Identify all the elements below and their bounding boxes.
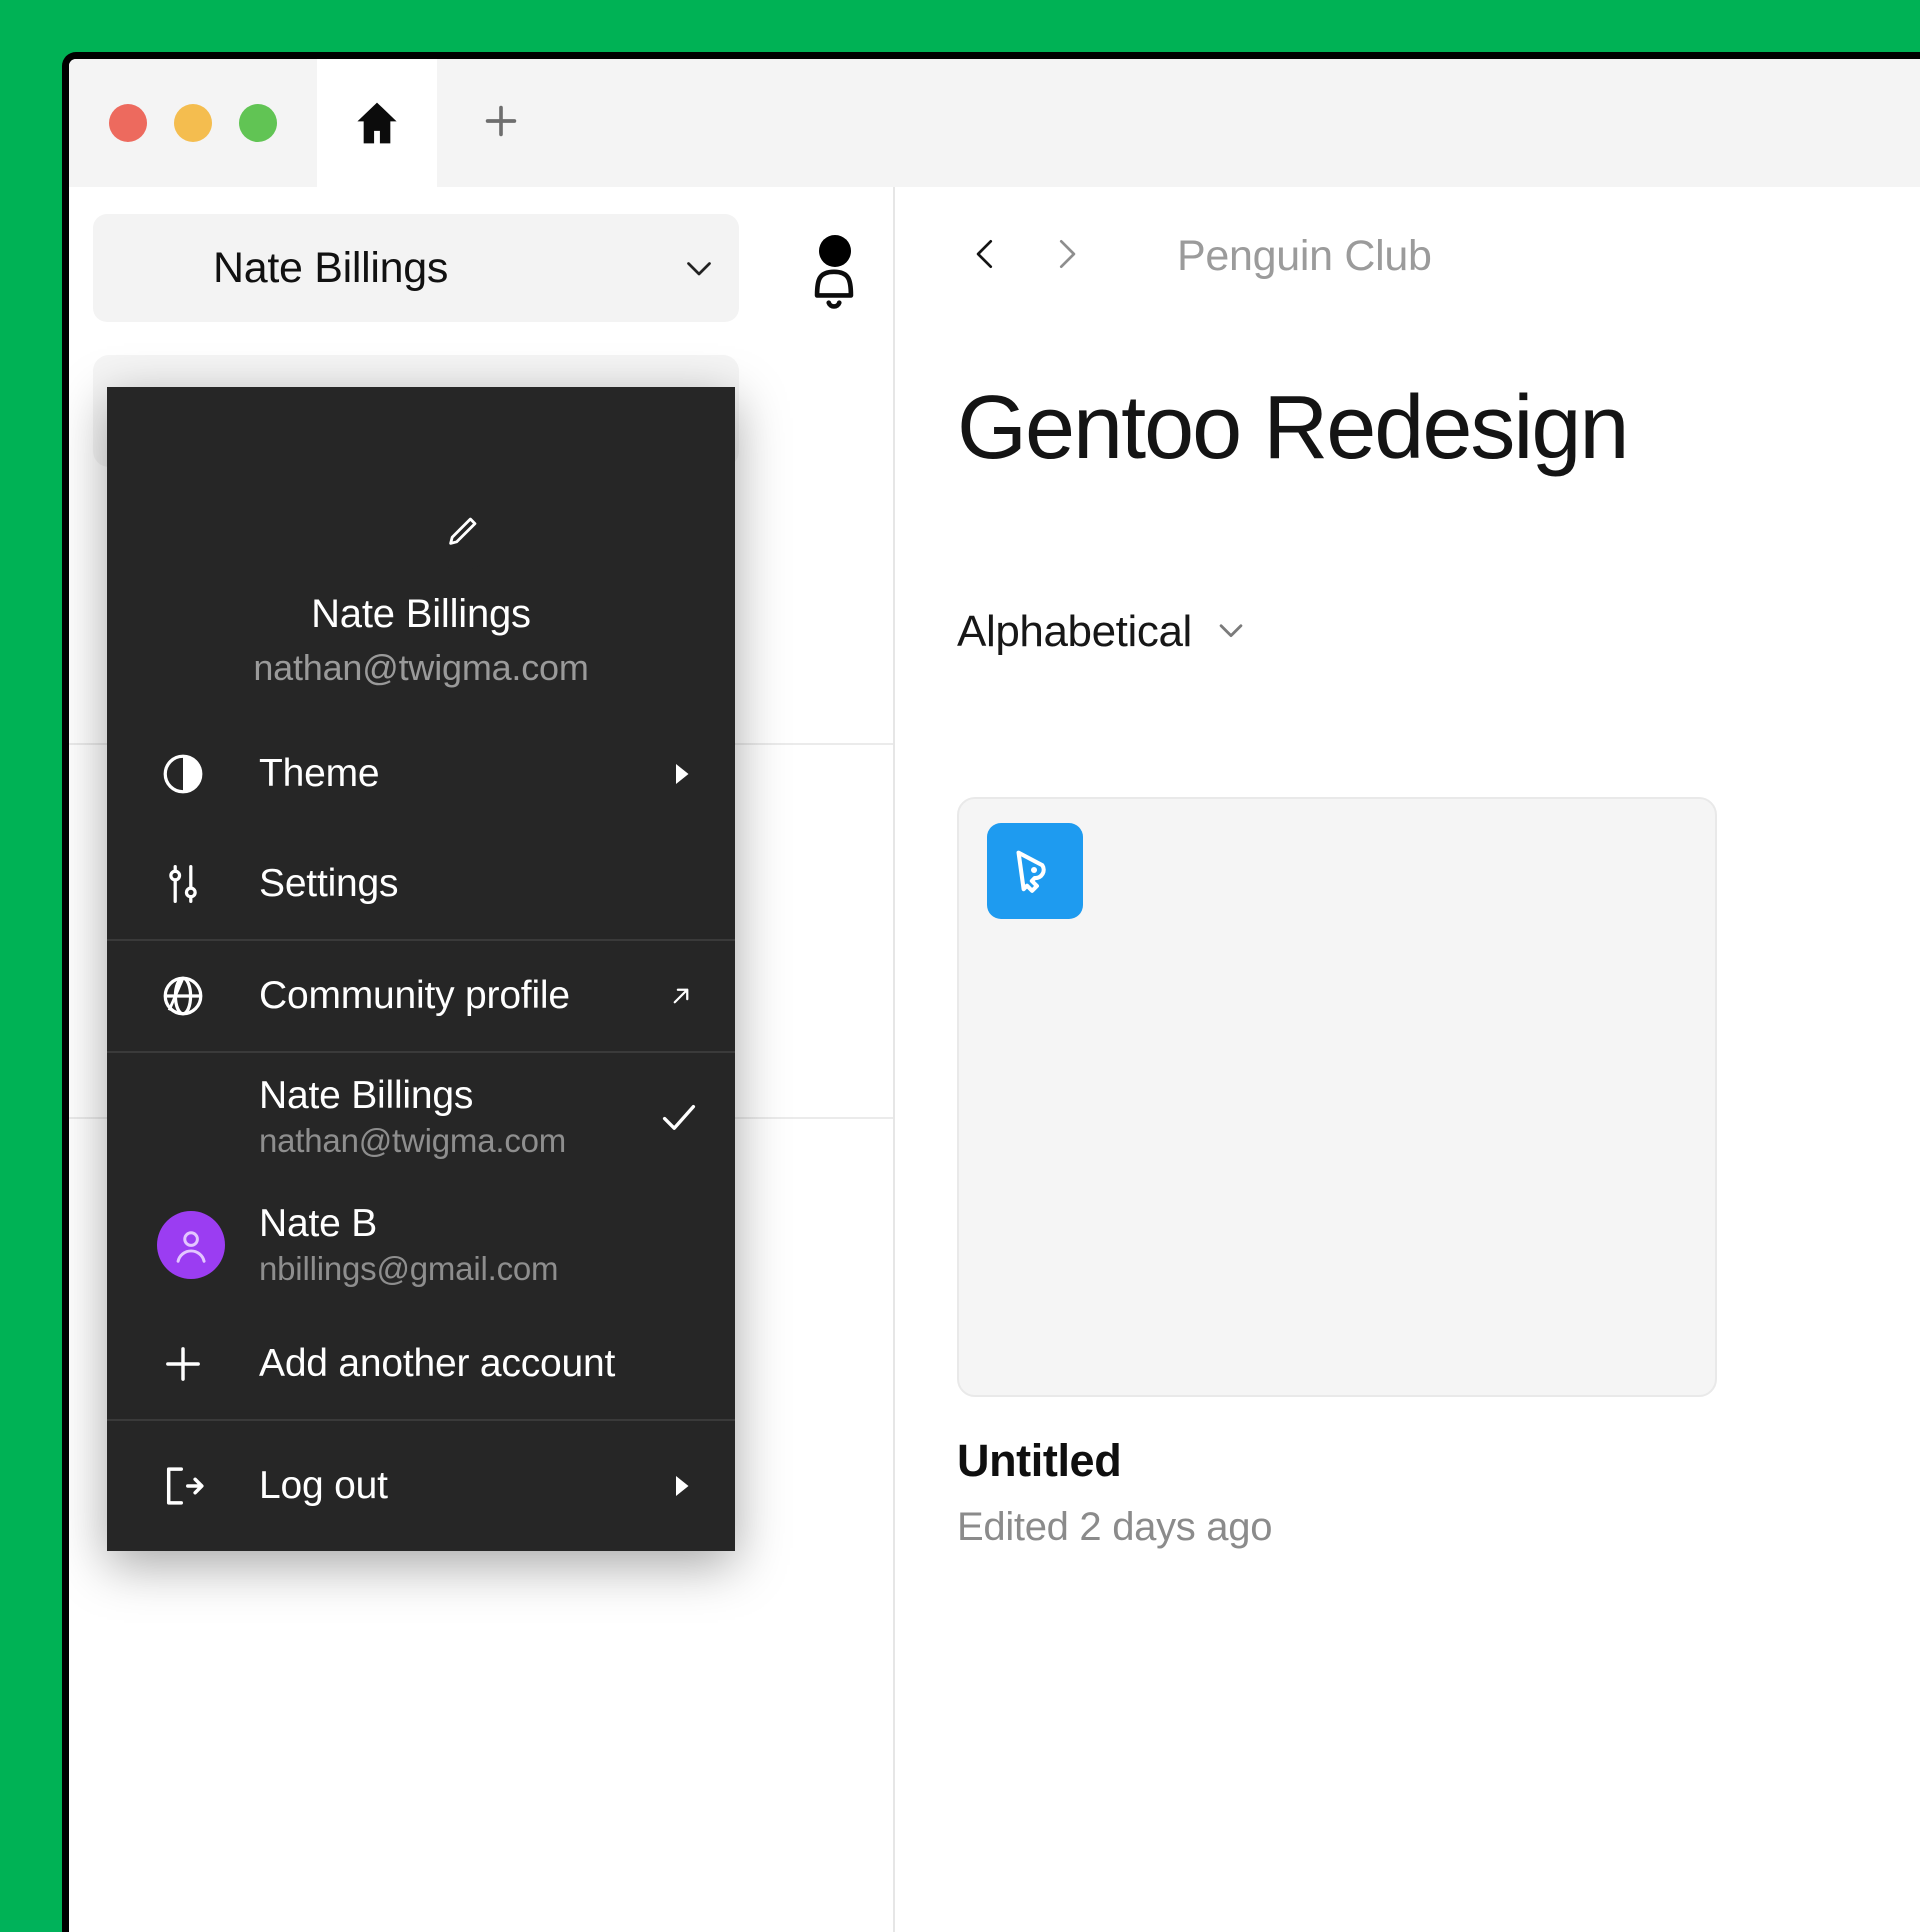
edit-avatar-button[interactable] <box>426 498 498 570</box>
menu-item-add-account[interactable]: Add another account <box>107 1309 735 1419</box>
check-icon <box>657 1101 701 1133</box>
chevron-left-icon <box>967 231 1005 282</box>
file-grid: Untitled Edited 2 days ago <box>957 797 1717 1550</box>
file-name: Untitled <box>957 1435 1717 1487</box>
home-icon <box>352 98 402 148</box>
sliders-icon <box>157 858 209 910</box>
account-switcher-button[interactable]: Nate Billings <box>93 214 739 322</box>
minimize-window-button[interactable] <box>174 104 212 142</box>
pencil-icon <box>441 511 483 558</box>
account-name: Nate Billings <box>259 1074 657 1118</box>
chevron-down-icon <box>1214 613 1248 652</box>
avatar <box>157 1083 225 1151</box>
plus-icon <box>478 98 524 149</box>
account-name: Nate B <box>259 1202 657 1246</box>
app-body: Nate Billings <box>69 187 1920 1932</box>
menu-item-community-profile[interactable]: Community profile <box>107 941 735 1051</box>
navigation-bar: Penguin Club <box>957 227 1432 285</box>
menu-item-label: Log out <box>259 1464 661 1508</box>
file-thumbnail[interactable] <box>957 797 1717 1397</box>
menu-section-accounts: Nate Billings nathan@twigma.com <box>107 1051 735 1419</box>
menu-item-label: Add another account <box>259 1342 661 1386</box>
account-row-primary[interactable]: Nate Billings nathan@twigma.com <box>107 1053 735 1181</box>
submenu-arrow-icon <box>661 759 701 789</box>
menu-section-preferences: Theme Settings <box>107 719 735 939</box>
profile-name: Nate Billings <box>311 592 531 637</box>
plus-icon <box>157 1338 209 1390</box>
tab-bar <box>69 59 1920 187</box>
account-email: nathan@twigma.com <box>259 1122 657 1160</box>
menu-item-settings[interactable]: Settings <box>107 829 735 939</box>
notifications-button[interactable] <box>799 243 869 329</box>
menu-item-label: Theme <box>259 752 661 796</box>
forward-button[interactable] <box>1037 227 1095 285</box>
chevron-down-icon <box>681 250 717 286</box>
external-link-icon <box>661 981 701 1011</box>
menu-item-label: Community profile <box>259 974 661 1018</box>
pen-tool-icon <box>987 823 1083 919</box>
submenu-arrow-icon <box>661 1471 701 1501</box>
notification-badge <box>819 235 851 267</box>
account-email: nbillings@gmail.com <box>259 1250 657 1288</box>
page-title: Gentoo Redesign <box>957 377 1628 480</box>
logout-icon <box>157 1460 209 1512</box>
menu-profile-header: Nate Billings nathan@twigma.com <box>107 387 735 719</box>
breadcrumb[interactable]: Penguin Club <box>1177 232 1432 281</box>
tab-home[interactable] <box>317 59 437 187</box>
profile-avatar-container <box>354 432 488 566</box>
bell-icon <box>799 308 869 325</box>
menu-section-logout: Log out <box>107 1419 735 1551</box>
avatar <box>109 227 191 309</box>
menu-item-log-out[interactable]: Log out <box>107 1421 735 1551</box>
user-account-menu: Nate Billings nathan@twigma.com Theme <box>107 387 735 1551</box>
menu-item-label: Settings <box>259 862 661 906</box>
chevron-right-icon <box>1047 231 1085 282</box>
file-edited-time: Edited 2 days ago <box>957 1505 1717 1550</box>
globe-icon <box>157 970 209 1022</box>
close-window-button[interactable] <box>109 104 147 142</box>
menu-section-community: Community profile <box>107 939 735 1051</box>
file-card[interactable]: Untitled Edited 2 days ago <box>957 797 1717 1550</box>
maximize-window-button[interactable] <box>239 104 277 142</box>
main-content: Penguin Club Gentoo Redesign Alphabetica… <box>895 187 1920 1932</box>
sort-dropdown[interactable]: Alphabetical <box>957 607 1248 657</box>
avatar <box>157 1211 225 1279</box>
account-row-secondary[interactable]: Nate B nbillings@gmail.com <box>107 1181 735 1309</box>
sort-dropdown-label: Alphabetical <box>957 607 1192 657</box>
sidebar: Nate Billings <box>69 187 895 1932</box>
profile-email: nathan@twigma.com <box>253 647 588 689</box>
back-button[interactable] <box>957 227 1015 285</box>
account-switcher-name: Nate Billings <box>213 244 659 293</box>
new-tab-button[interactable] <box>437 59 565 187</box>
menu-item-theme[interactable]: Theme <box>107 719 735 829</box>
app-window: Nate Billings <box>62 52 1920 1932</box>
theme-contrast-icon <box>157 748 209 800</box>
window-controls <box>69 59 317 187</box>
